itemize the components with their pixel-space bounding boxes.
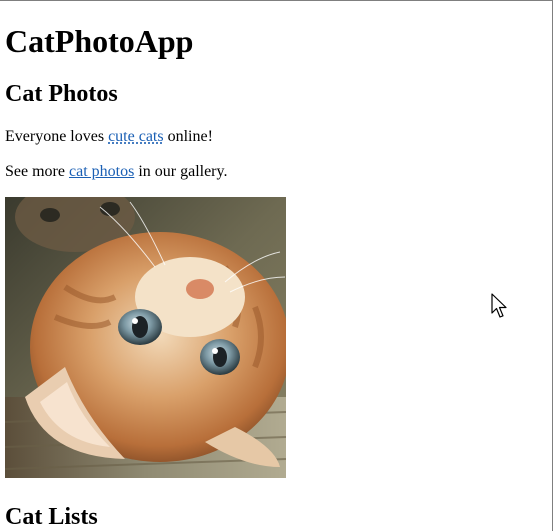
gallery-text-after: in our gallery. bbox=[134, 163, 228, 180]
app-title: CatPhotoApp bbox=[5, 23, 194, 59]
intro-paragraph: Everyone loves cute cats online! bbox=[5, 127, 213, 147]
cat-photos-link[interactable]: cat photos bbox=[69, 163, 134, 180]
mouse-pointer-icon bbox=[491, 293, 509, 319]
gallery-paragraph: See more cat photos in our gallery. bbox=[5, 162, 227, 182]
cute-cats-link[interactable]: cute cats bbox=[108, 128, 164, 145]
intro-text-before: Everyone loves bbox=[5, 128, 109, 145]
gallery-text-before: See more bbox=[5, 163, 69, 180]
window-top-border bbox=[0, 0, 553, 1]
cat-photo-image[interactable] bbox=[5, 197, 286, 478]
cat-lists-heading: Cat Lists bbox=[5, 504, 98, 530]
cat-photos-heading: Cat Photos bbox=[5, 81, 118, 107]
intro-text-after: online! bbox=[163, 128, 213, 145]
